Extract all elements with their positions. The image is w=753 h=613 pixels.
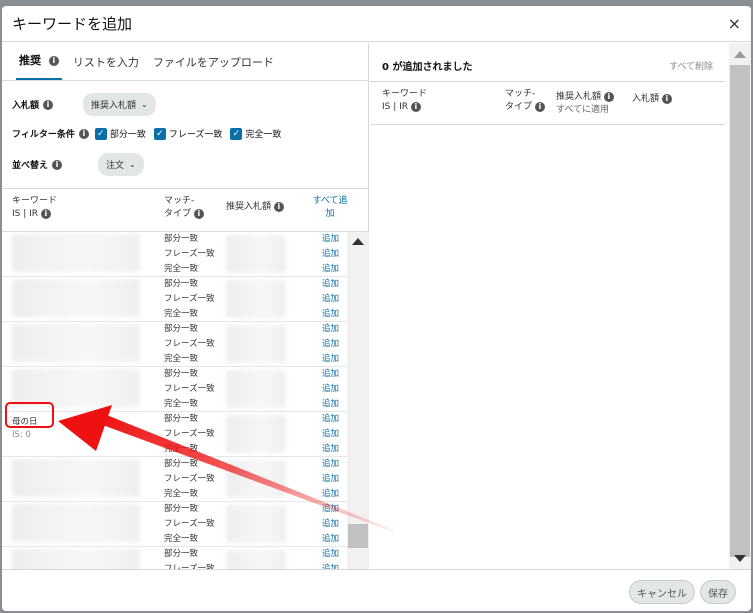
- arrow-shaft: [100, 414, 394, 532]
- annotation-arrow: [58, 405, 394, 532]
- arrow-head: [58, 405, 112, 451]
